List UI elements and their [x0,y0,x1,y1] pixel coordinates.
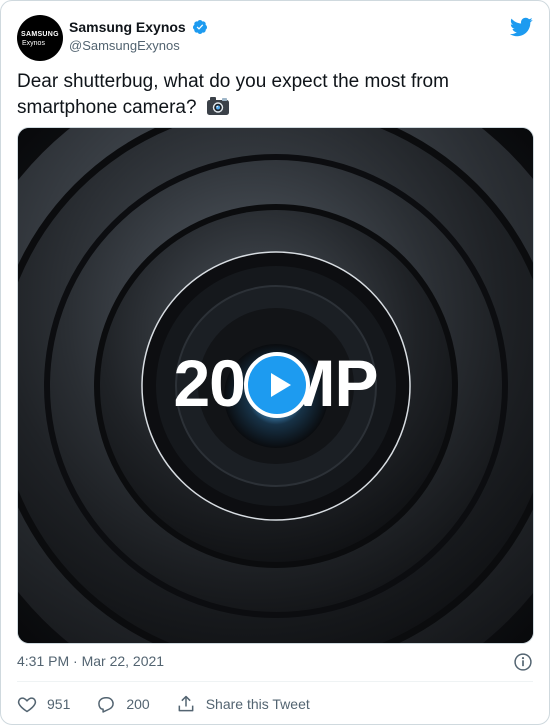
play-icon [271,373,291,397]
avatar[interactable]: SAMSUNG Exynos [17,15,63,61]
tweet-actions: 951 200 Share this Tweet [17,691,336,717]
reply-count: 200 [126,696,150,712]
avatar-brand-text: SAMSUNG [21,31,59,38]
tweet-text: Dear shutterbug, what do you expect the … [17,69,517,121]
avatar-sub-text: Exynos [22,40,45,47]
play-button[interactable] [244,352,310,418]
video-media[interactable]: 200MP [17,127,534,644]
share-button[interactable]: Share this Tweet [176,694,310,714]
user-handle[interactable]: @SamsungExynos [69,38,208,53]
reply-icon [98,697,115,713]
like-count: 951 [47,696,71,712]
info-icon[interactable] [513,652,533,672]
like-button[interactable]: 951 [17,694,70,714]
reply-button[interactable]: 200 [96,694,150,714]
display-name[interactable]: Samsung Exynos [69,19,186,35]
share-icon [178,695,194,712]
tweet-timestamp[interactable]: 4:31 PM · Mar 22, 2021 [17,653,164,669]
twitter-bird-icon[interactable] [509,15,533,39]
camera-with-flash-icon [206,97,229,115]
heart-icon [17,697,37,713]
tweet-header: SAMSUNG Exynos Samsung Exynos @SamsungEx… [17,15,533,61]
share-label: Share this Tweet [205,696,310,712]
user-info[interactable]: Samsung Exynos @SamsungExynos [69,18,208,53]
tweet-card: SAMSUNG Exynos Samsung Exynos @SamsungEx… [0,0,550,725]
verified-badge-icon [193,19,208,34]
divider [17,681,533,682]
tweet-body: Dear shutterbug, what do you expect the … [17,71,449,118]
